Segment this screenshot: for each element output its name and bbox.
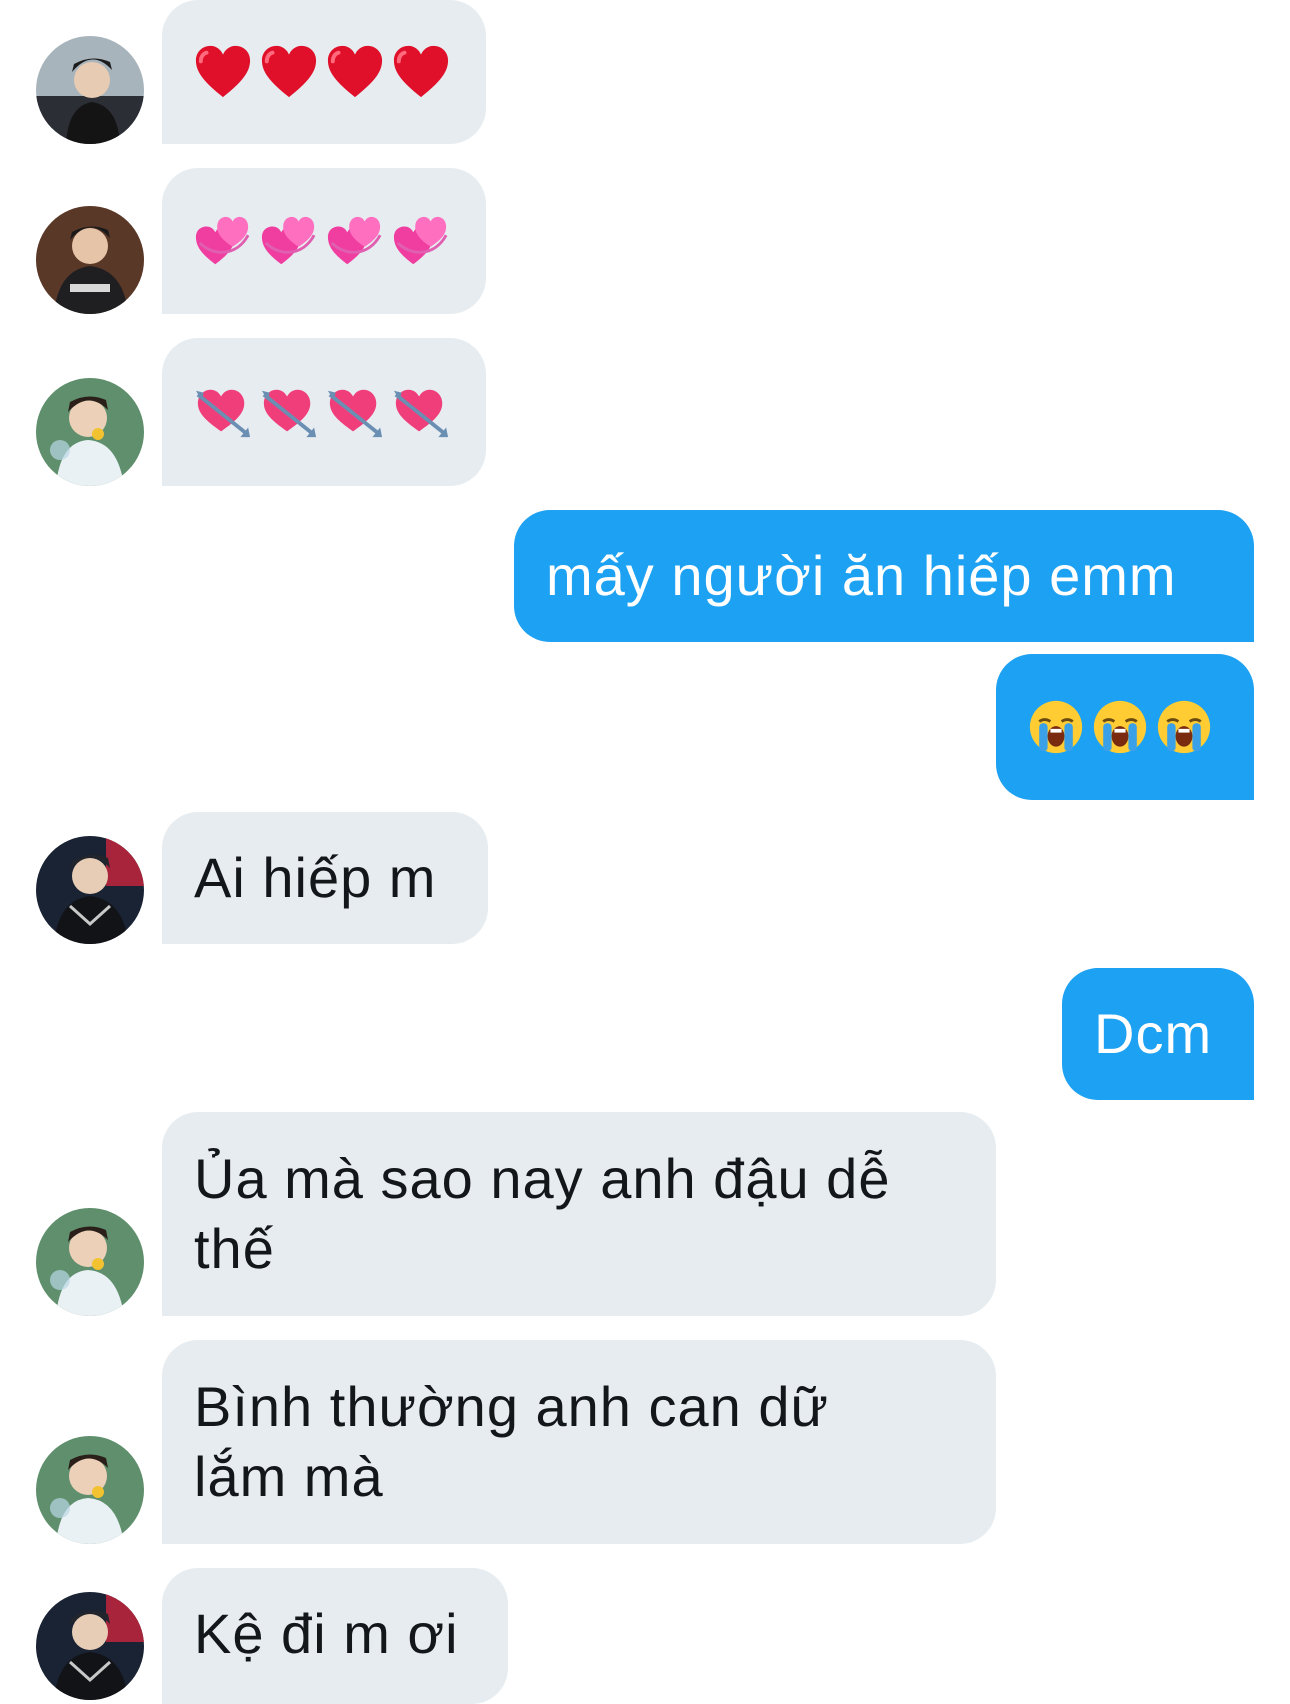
user-avatar-photo (36, 1208, 144, 1316)
red-heart-icon (260, 44, 318, 100)
user-avatar-photo (36, 206, 144, 314)
red-heart-icon (194, 44, 252, 100)
message-bubble-incoming[interactable]: Bình thường anh can dữ lắm mà (162, 1340, 996, 1544)
sender-avatar[interactable] (36, 206, 144, 314)
message-bubble-outgoing[interactable] (996, 654, 1254, 800)
heart-with-arrow-icon (194, 384, 252, 440)
loudly-crying-face-icon (1092, 699, 1148, 755)
sender-avatar[interactable] (36, 836, 144, 944)
two-hearts-icon (260, 213, 318, 269)
message-bubble-outgoing[interactable]: mấy người ăn hiếp emm (514, 510, 1254, 642)
two-hearts-icon (194, 213, 252, 269)
heart-with-arrow-icon (326, 384, 384, 440)
message-bubble-incoming[interactable]: Ai hiếp m (162, 812, 488, 944)
emoji-row (194, 0, 454, 144)
message-text: Ai hiếp m (194, 846, 437, 909)
message-bubble-incoming[interactable]: Kệ đi m ơi (162, 1568, 508, 1704)
sender-avatar[interactable] (36, 1436, 144, 1544)
heart-with-arrow-icon (260, 384, 318, 440)
message-bubble-incoming[interactable] (162, 0, 486, 144)
message-bubble-incoming[interactable] (162, 338, 486, 486)
message-bubble-incoming[interactable] (162, 168, 486, 314)
loudly-crying-face-icon (1028, 699, 1084, 755)
user-avatar-photo (36, 836, 144, 944)
message-text: Kệ đi m ơi (194, 1602, 459, 1665)
user-avatar-photo (36, 378, 144, 486)
sender-avatar[interactable] (36, 1208, 144, 1316)
message-text-line: thế (194, 1217, 275, 1280)
sender-avatar[interactable] (36, 378, 144, 486)
red-heart-icon (326, 44, 384, 100)
heart-with-arrow-icon (392, 384, 450, 440)
user-avatar-photo (36, 1592, 144, 1700)
message-thread: mấy người ăn hiếp emm Ai hiếp m Dcm Ủa m… (0, 0, 1290, 1704)
loudly-crying-face-icon (1156, 699, 1212, 755)
message-text-line: Ủa mà sao nay anh đậu dễ (194, 1147, 891, 1210)
message-text: Dcm (1094, 1002, 1213, 1065)
two-hearts-icon (326, 213, 384, 269)
message-bubble-outgoing[interactable]: Dcm (1062, 968, 1254, 1100)
two-hearts-icon (392, 213, 450, 269)
message-text-line: lắm mà (194, 1445, 384, 1508)
message-bubble-incoming[interactable]: Ủa mà sao nay anh đậu dễ thế (162, 1112, 996, 1316)
user-avatar-photo (36, 1436, 144, 1544)
user-avatar-photo (36, 36, 144, 144)
emoji-row (194, 168, 454, 314)
emoji-row (194, 338, 454, 486)
message-text-line: Bình thường anh can dữ (194, 1375, 829, 1438)
emoji-row (1028, 654, 1222, 800)
sender-avatar[interactable] (36, 1592, 144, 1700)
message-text: mấy người ăn hiếp emm (546, 544, 1177, 607)
sender-avatar[interactable] (36, 36, 144, 144)
red-heart-icon (392, 44, 450, 100)
